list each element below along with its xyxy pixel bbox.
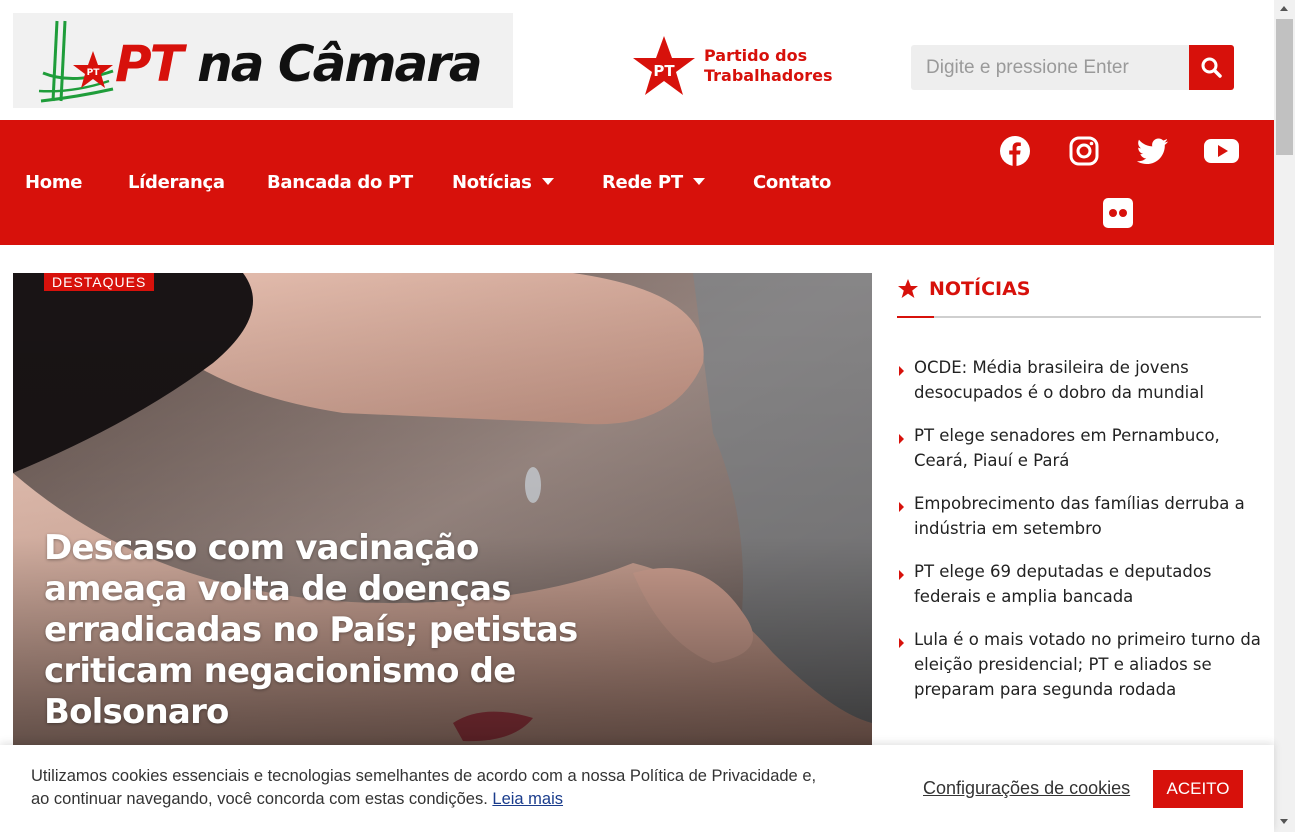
accept-cookies-button[interactable]: ACEITO: [1153, 770, 1243, 808]
cookie-message: Utilizamos cookies essenciais e tecnolog…: [31, 767, 817, 808]
caret-right-icon: [899, 434, 904, 444]
nav-rede-pt[interactable]: Rede PT: [602, 172, 705, 193]
news-section-header: NOTÍCIAS: [897, 276, 1261, 318]
chevron-down-icon: [541, 177, 554, 185]
party-logo[interactable]: PT Partido dos Trabalhadores: [632, 34, 832, 98]
caret-right-icon: [899, 638, 904, 648]
cookie-settings-link[interactable]: Configurações de cookies: [923, 778, 1130, 799]
page: PT PT na Câmara PT Partido dos Trabalhad…: [0, 0, 1295, 832]
logo-wordmark: PT na Câmara: [115, 35, 483, 93]
news-list: OCDE: Média brasileira de jovens desocup…: [897, 355, 1261, 720]
facebook-icon[interactable]: [999, 135, 1031, 167]
pt-star-icon: PT: [633, 36, 695, 95]
search-button[interactable]: [1189, 45, 1234, 90]
nav-noticias[interactable]: Notícias: [452, 172, 554, 193]
congress-emblem-icon: PT: [38, 20, 114, 103]
nav-home[interactable]: Home: [25, 172, 83, 193]
cookie-banner: Utilizamos cookies essenciais e tecnolog…: [0, 745, 1274, 832]
search-icon: [1201, 57, 1222, 78]
featured-article[interactable]: DESTAQUES Descaso com vacinação ameaça v…: [13, 273, 872, 753]
chevron-down-icon: [692, 177, 705, 185]
caret-right-icon: [899, 570, 904, 580]
scroll-down-arrow-icon[interactable]: [1280, 819, 1288, 824]
star-icon: [898, 279, 918, 298]
scrollbar-thumb[interactable]: [1276, 19, 1293, 155]
news-section-title: NOTÍCIAS: [929, 278, 1031, 300]
instagram-icon[interactable]: [1068, 135, 1100, 167]
caret-right-icon: [899, 366, 904, 376]
caret-right-icon: [899, 502, 904, 512]
svg-text:PT: PT: [87, 68, 101, 78]
title-underline: [897, 316, 934, 318]
read-more-link[interactable]: Leia mais: [492, 790, 563, 808]
main-navbar: Home Líderança Bancada do PT Notícias Re…: [0, 120, 1274, 245]
news-item[interactable]: Lula é o mais votado no primeiro turno d…: [897, 627, 1261, 702]
news-item[interactable]: PT elege senadores em Pernambuco, Ceará,…: [897, 423, 1261, 473]
news-item[interactable]: Empobrecimento das famílias derruba a in…: [897, 491, 1261, 541]
featured-headline[interactable]: Descaso com vacinação ameaça volta de do…: [44, 528, 604, 733]
scroll-up-arrow-icon[interactable]: [1280, 6, 1288, 11]
site-logo[interactable]: PT PT na Câmara: [13, 13, 513, 108]
nav-bancada[interactable]: Bancada do PT: [267, 172, 413, 193]
youtube-icon[interactable]: [1204, 136, 1239, 166]
search-form: [911, 45, 1234, 90]
flickr-icon[interactable]: [1103, 198, 1133, 228]
nav-contato[interactable]: Contato: [753, 172, 831, 193]
category-badge[interactable]: DESTAQUES: [44, 273, 155, 291]
twitter-icon[interactable]: [1136, 135, 1170, 167]
news-item[interactable]: PT elege 69 deputadas e deputados federa…: [897, 559, 1261, 609]
page-scrollbar[interactable]: [1274, 0, 1295, 832]
nav-lideranca[interactable]: Líderança: [128, 172, 225, 193]
search-input[interactable]: [911, 45, 1189, 90]
svg-text:PT: PT: [653, 62, 675, 80]
news-item[interactable]: OCDE: Média brasileira de jovens desocup…: [897, 355, 1261, 405]
party-name: Partido dos Trabalhadores: [704, 46, 833, 85]
